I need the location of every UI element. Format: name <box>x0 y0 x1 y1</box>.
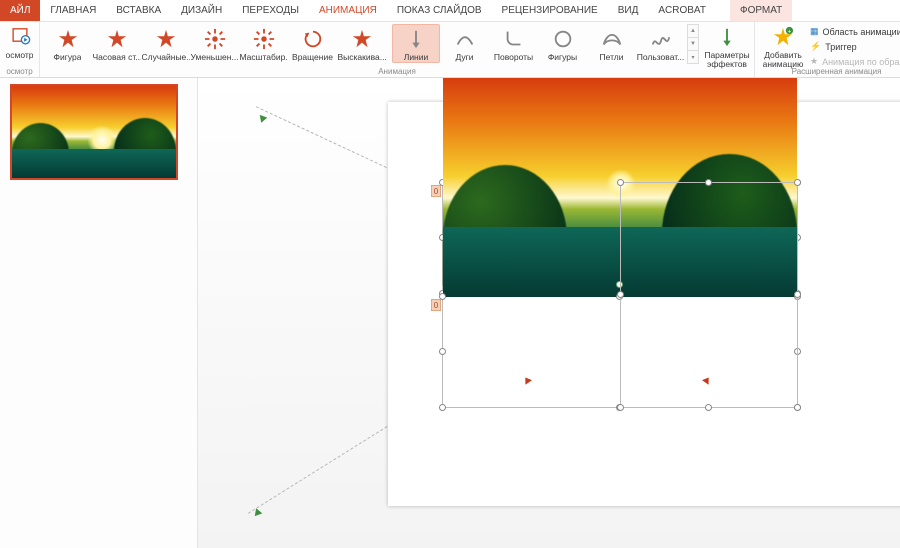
effect-shape[interactable]: Фигура <box>43 24 92 62</box>
resize-handle[interactable] <box>617 404 624 411</box>
animation-order-tag[interactable]: 0 <box>431 299 441 311</box>
tab-design[interactable]: ДИЗАЙН <box>171 0 232 21</box>
resize-handle[interactable] <box>794 179 801 186</box>
effect-clock[interactable]: Часовая ст... <box>92 24 141 62</box>
slide-thumbnails-panel[interactable] <box>0 78 198 548</box>
tab-view[interactable]: ВИД <box>608 0 649 21</box>
group-preview: осмотр осмотр <box>0 22 40 77</box>
animation-pane-button[interactable]: ▦Область анимации <box>810 25 900 38</box>
tab-slideshow[interactable]: ПОКАЗ СЛАЙДОВ <box>387 0 492 21</box>
effect-lines[interactable]: Линии <box>392 24 440 63</box>
resize-handle[interactable] <box>705 404 712 411</box>
effect-loops[interactable]: Петли <box>587 24 636 62</box>
effect-turns[interactable]: Повороты <box>489 24 538 62</box>
preview-label: осмотр <box>6 51 34 60</box>
ribbon: осмотр осмотр Фигура Часовая ст... Случа… <box>0 22 900 78</box>
trigger-icon: ⚡ <box>810 41 821 52</box>
group-advanced-title: Расширенная анимация <box>755 66 900 77</box>
slide-canvas[interactable]: 0 0 <box>198 78 900 548</box>
effect-custom[interactable]: Пользоват... <box>636 24 685 62</box>
preview-icon <box>9 26 31 48</box>
effect-arcs[interactable]: Дуги <box>440 24 489 62</box>
gallery-scroll[interactable]: ▲▼▾ <box>687 24 699 64</box>
resize-handle[interactable] <box>705 179 712 186</box>
star-icon <box>106 28 128 50</box>
path-start-arrow-icon <box>522 375 532 385</box>
preview-button[interactable]: осмотр <box>3 24 36 60</box>
effect-zoom[interactable]: Масштабир... <box>239 24 288 62</box>
star-burst-icon <box>204 28 226 50</box>
resize-handle[interactable] <box>794 404 801 411</box>
spin-icon <box>302 28 324 50</box>
arc-path-icon <box>454 28 476 50</box>
effect-options-button[interactable]: Параметры эффектов <box>703 24 751 69</box>
star-icon <box>155 28 177 50</box>
slide-thumbnail-1[interactable] <box>10 84 178 180</box>
resize-handle[interactable] <box>617 291 624 298</box>
tab-transitions[interactable]: ПЕРЕХОДЫ <box>232 0 309 21</box>
tab-format[interactable]: ФОРМАТ <box>730 0 792 21</box>
gallery-more-icon[interactable]: ▾ <box>688 51 698 63</box>
tab-home[interactable]: ГЛАВНАЯ <box>40 0 106 21</box>
custom-path-icon <box>650 28 672 50</box>
group-preview-title: осмотр <box>0 66 39 77</box>
effect-shrink[interactable]: Уменьшен... <box>190 24 239 62</box>
tab-acrobat[interactable]: ACROBAT <box>648 0 716 21</box>
advanced-stack: ▦Область анимации ⚡Триггер ★Анимация по … <box>808 24 900 69</box>
resize-handle[interactable] <box>617 179 624 186</box>
work-area: 0 0 <box>0 78 900 548</box>
svg-text:+: + <box>788 28 792 35</box>
group-advanced-animation: + Добавить анимацию ▦Область анимации ⚡Т… <box>755 22 900 77</box>
resize-handle[interactable] <box>794 291 801 298</box>
menu-tabs: АЙЛ ГЛАВНАЯ ВСТАВКА ДИЗАЙН ПЕРЕХОДЫ АНИМ… <box>0 0 900 22</box>
tab-review[interactable]: РЕЦЕНЗИРОВАНИЕ <box>492 0 608 21</box>
star-burst-icon <box>253 28 275 50</box>
thumbnail-image <box>12 86 176 178</box>
resize-handle[interactable] <box>439 404 446 411</box>
slide[interactable]: 0 0 <box>388 102 900 506</box>
turn-path-icon <box>503 28 525 50</box>
group-animation: Фигура Часовая ст... Случайные... Уменьш… <box>40 22 755 77</box>
gallery-down-icon[interactable]: ▼ <box>688 38 698 51</box>
effect-random-bars[interactable]: Случайные... <box>141 24 190 62</box>
add-animation-icon: + <box>772 26 794 48</box>
add-animation-button[interactable]: + Добавить анимацию <box>758 24 808 69</box>
resize-handle[interactable] <box>439 293 446 300</box>
tab-animations[interactable]: АНИМАЦИЯ <box>309 0 387 21</box>
animation-order-tag[interactable]: 0 <box>431 185 441 197</box>
resize-handle[interactable] <box>439 348 446 355</box>
effect-spin[interactable]: Вращение <box>288 24 337 62</box>
effect-shapes[interactable]: Фигуры <box>538 24 587 62</box>
animation-gallery[interactable]: Фигура Часовая ст... Случайные... Уменьш… <box>43 24 699 64</box>
selected-image-right[interactable] <box>620 182 798 408</box>
trigger-button[interactable]: ⚡Триггер <box>810 40 900 53</box>
star-icon <box>57 28 79 50</box>
pane-icon: ▦ <box>810 26 819 37</box>
group-animation-title: Анимация <box>40 66 754 77</box>
shape-path-icon <box>552 28 574 50</box>
path-end-arrow-icon[interactable] <box>257 112 268 123</box>
gallery-up-icon[interactable]: ▲ <box>688 25 698 38</box>
star-icon <box>351 28 373 50</box>
effect-bounce[interactable]: Выскакива... <box>337 24 386 62</box>
tab-file[interactable]: АЙЛ <box>0 0 40 21</box>
tab-insert[interactable]: ВСТАВКА <box>106 0 171 21</box>
effect-options-icon <box>716 26 738 48</box>
path-end-arrow-icon[interactable] <box>252 508 263 519</box>
line-path-icon <box>405 28 427 50</box>
loop-path-icon <box>601 28 623 50</box>
